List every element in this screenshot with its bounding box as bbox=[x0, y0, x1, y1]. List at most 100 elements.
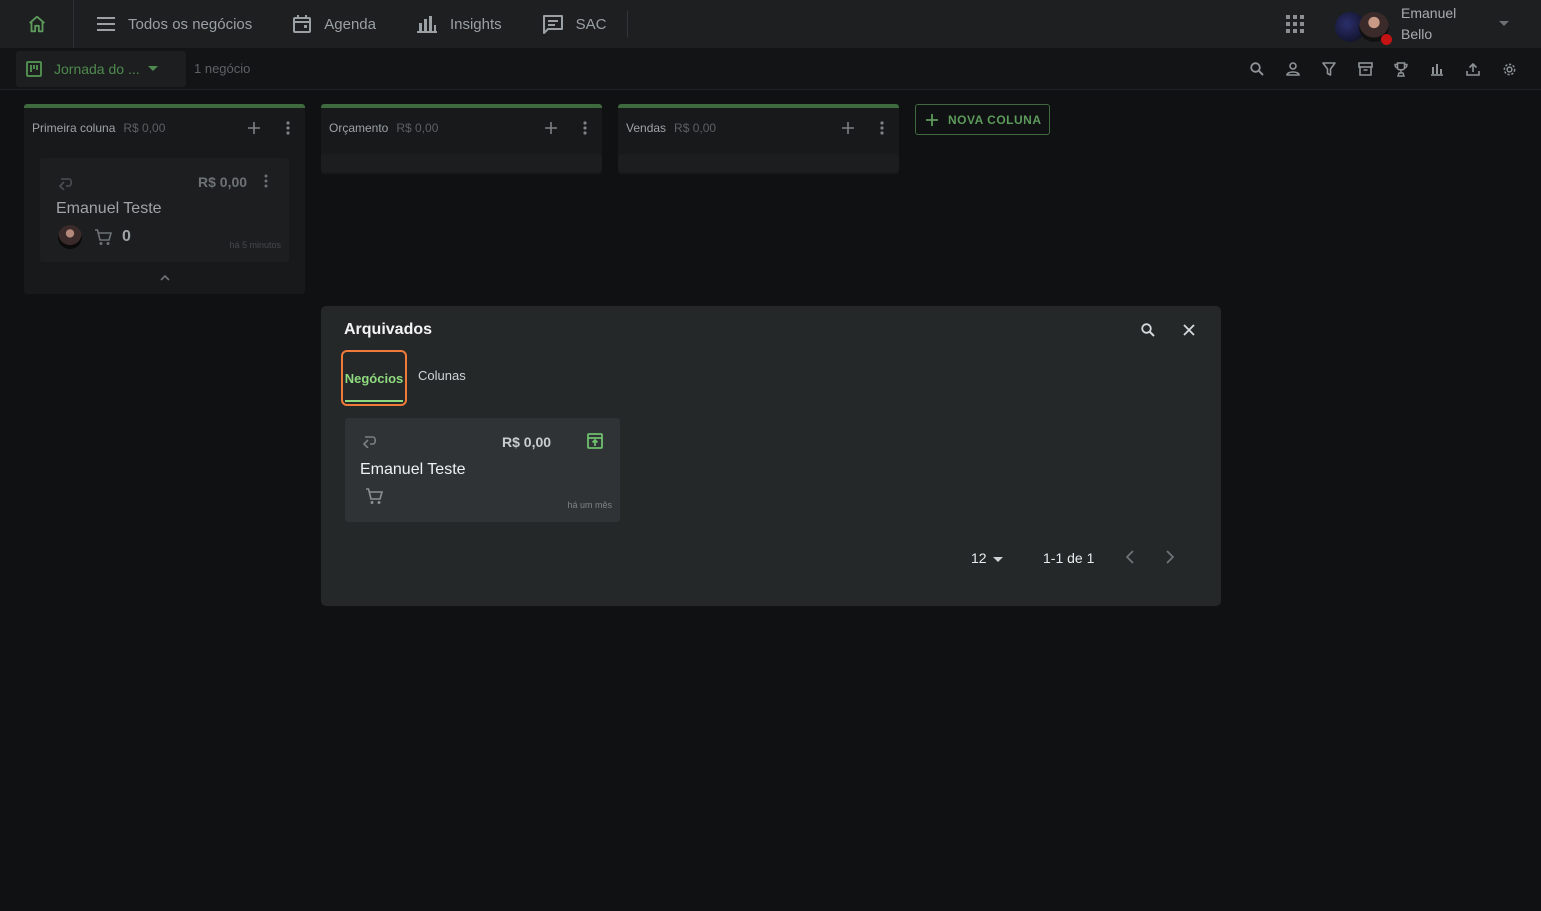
archived-dialog: Arquivados Negócios Colunas R$ 0,00 Eman… bbox=[321, 306, 1221, 606]
nav-label: Insights bbox=[449, 15, 502, 33]
column-title: Primeira coluna bbox=[32, 121, 116, 135]
next-page-button[interactable] bbox=[1166, 550, 1175, 569]
archive-button[interactable] bbox=[1347, 51, 1383, 87]
user-last-name: Bello bbox=[1401, 26, 1433, 42]
nav-sac[interactable]: SAC bbox=[520, 0, 625, 48]
column-value: R$ 0,00 bbox=[396, 121, 439, 135]
cart-icon bbox=[366, 488, 383, 504]
collapse-button[interactable] bbox=[24, 262, 305, 294]
plus-icon bbox=[545, 122, 557, 134]
cart-icon bbox=[95, 229, 112, 245]
caret-down-icon bbox=[1499, 21, 1509, 26]
search-icon bbox=[1141, 323, 1155, 337]
plus-icon bbox=[842, 122, 854, 134]
kanban-icon bbox=[26, 60, 42, 77]
user-first-name: Emanuel bbox=[1401, 5, 1457, 21]
user-filter-button[interactable] bbox=[1275, 51, 1311, 87]
direction-icon bbox=[362, 436, 377, 448]
nav-divider bbox=[626, 11, 628, 37]
tab-label: Colunas bbox=[418, 368, 466, 383]
pipeline-select[interactable]: Jornada do ... bbox=[16, 50, 186, 87]
goals-button[interactable] bbox=[1383, 51, 1419, 87]
column-menu-button[interactable] bbox=[568, 121, 602, 135]
nav-insights[interactable]: Insights bbox=[394, 0, 520, 48]
board-column: Orçamento R$ 0,00 bbox=[321, 104, 602, 174]
add-deal-button[interactable] bbox=[831, 122, 865, 134]
column-menu-button[interactable] bbox=[271, 121, 305, 135]
add-deal-button[interactable] bbox=[237, 122, 271, 134]
status-dot bbox=[1381, 34, 1392, 45]
calendar-icon bbox=[293, 15, 312, 33]
chevron-right-icon bbox=[1166, 550, 1175, 564]
search-icon bbox=[1250, 62, 1264, 76]
more-vertical-icon bbox=[583, 121, 587, 135]
pipeline-name: Jornada do ... bbox=[54, 60, 140, 77]
reports-button[interactable] bbox=[1419, 51, 1455, 87]
deal-value: R$ 0,00 bbox=[198, 174, 248, 190]
archive-icon bbox=[1357, 62, 1373, 76]
caret-down-icon bbox=[148, 65, 158, 71]
more-vertical-icon bbox=[880, 121, 884, 135]
filter-icon bbox=[1322, 62, 1336, 76]
deal-card[interactable]: R$ 0,00 Emanuel Teste 0 há 5 minutos bbox=[40, 158, 289, 262]
search-button[interactable] bbox=[1239, 51, 1275, 87]
column-value: R$ 0,00 bbox=[674, 121, 717, 135]
board-toolbar: Jornada do ... 1 negócio bbox=[0, 48, 1541, 90]
chevron-left-icon bbox=[1125, 550, 1134, 564]
deal-time: há um mês bbox=[567, 500, 612, 510]
plus-icon bbox=[926, 113, 938, 126]
person-icon bbox=[1286, 62, 1300, 76]
more-vertical-icon[interactable] bbox=[264, 174, 268, 188]
close-button[interactable] bbox=[1177, 318, 1201, 342]
deal-count: 1 negócio bbox=[194, 61, 251, 76]
bar-chart-icon bbox=[1431, 64, 1443, 76]
chevron-up-icon bbox=[159, 275, 170, 281]
product-count: 0 bbox=[122, 228, 131, 245]
top-nav: Todos os negócios Agenda Insights SAC Em… bbox=[0, 0, 1541, 48]
page-size-select[interactable]: 12 bbox=[971, 550, 1003, 566]
user-name[interactable]: Emanuel Bello bbox=[1401, 3, 1481, 45]
column-value: R$ 0,00 bbox=[123, 121, 166, 135]
archived-deal-card[interactable]: R$ 0,00 Emanuel Teste há um mês bbox=[345, 418, 620, 522]
column-menu-button[interactable] bbox=[865, 121, 899, 135]
settings-button[interactable] bbox=[1491, 51, 1527, 87]
user-menu-toggle[interactable] bbox=[1481, 21, 1541, 27]
board-column: Vendas R$ 0,00 bbox=[618, 104, 899, 174]
direction-icon bbox=[58, 178, 73, 190]
bar-chart-icon bbox=[416, 16, 437, 33]
search-button[interactable] bbox=[1136, 318, 1160, 342]
dialog-title: Arquivados bbox=[344, 321, 433, 338]
export-button[interactable] bbox=[1455, 51, 1491, 87]
empty-column-area bbox=[321, 154, 602, 172]
unarchive-icon[interactable] bbox=[586, 432, 604, 450]
tab-negocios[interactable]: Negócios bbox=[341, 350, 407, 406]
apps-grid-icon bbox=[1286, 15, 1304, 33]
empty-column-area bbox=[618, 154, 899, 172]
apps-button[interactable] bbox=[1275, 4, 1315, 44]
more-vertical-icon bbox=[286, 121, 290, 135]
plus-icon bbox=[248, 122, 260, 134]
add-deal-button[interactable] bbox=[534, 122, 568, 134]
filter-button[interactable] bbox=[1311, 51, 1347, 87]
new-column-button[interactable]: NOVA COLUNA bbox=[915, 104, 1050, 135]
list-icon bbox=[97, 17, 115, 31]
deal-time: há 5 minutos bbox=[229, 240, 281, 250]
nav-label: Todos os negócios bbox=[128, 15, 253, 33]
close-icon bbox=[1183, 324, 1195, 336]
column-title: Orçamento bbox=[329, 121, 389, 135]
tab-label: Negócios bbox=[344, 370, 404, 386]
user-avatar[interactable] bbox=[1333, 4, 1393, 45]
nav-label: Agenda bbox=[324, 15, 376, 33]
nav-agenda[interactable]: Agenda bbox=[270, 0, 394, 48]
avatar bbox=[58, 225, 82, 249]
column-title: Vendas bbox=[626, 121, 667, 135]
nav-label: SAC bbox=[575, 15, 607, 33]
tab-colunas[interactable]: Colunas bbox=[418, 368, 466, 383]
prev-page-button[interactable] bbox=[1125, 550, 1134, 569]
home-button[interactable] bbox=[0, 0, 74, 48]
deal-value: R$ 0,00 bbox=[502, 434, 552, 450]
upload-icon bbox=[1466, 62, 1480, 76]
page-size-value: 12 bbox=[971, 550, 987, 566]
nav-todos-negocios[interactable]: Todos os negócios bbox=[74, 0, 270, 48]
column-header: Orçamento R$ 0,00 bbox=[321, 108, 602, 148]
